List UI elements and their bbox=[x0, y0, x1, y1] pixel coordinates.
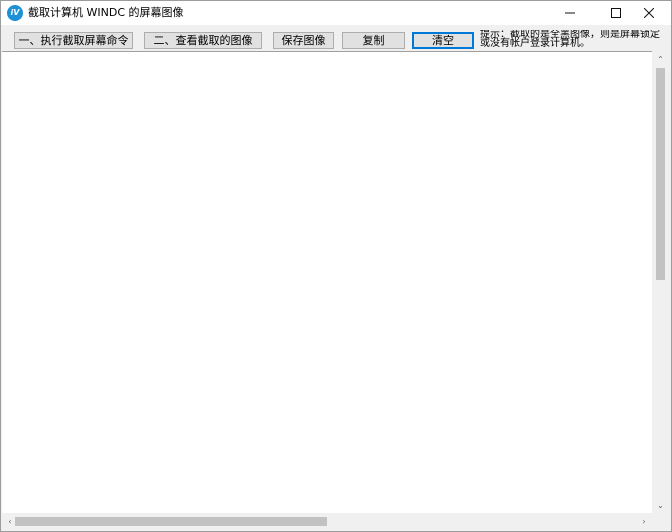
scrollbar-corner bbox=[652, 513, 669, 530]
save-image-button[interactable]: 保存图像 bbox=[273, 32, 334, 49]
minimize-icon bbox=[565, 12, 575, 14]
copy-button[interactable]: 复制 bbox=[342, 32, 405, 49]
toolbar: 一、执行截取屏幕命令 二、查看截取的图像 保存图像 复制 清空 提示：截取的是全… bbox=[1, 25, 671, 51]
scroll-up-icon[interactable]: ⌃ bbox=[652, 51, 669, 67]
window-title: 截取计算机 WINDC 的屏幕图像 bbox=[28, 6, 184, 19]
close-icon bbox=[644, 8, 654, 18]
hint-line-2: 或没有帐户登录计算机。 bbox=[480, 38, 590, 49]
maximize-icon bbox=[611, 8, 621, 18]
app-window: iV 截取计算机 WINDC 的屏幕图像 一、执行截取屏幕命令 二、查看截取的图… bbox=[0, 0, 672, 532]
horizontal-scroll-thumb[interactable] bbox=[15, 517, 327, 526]
horizontal-scrollbar[interactable]: ‹ › bbox=[2, 513, 652, 530]
capture-screen-button[interactable]: 一、执行截取屏幕命令 bbox=[14, 32, 133, 49]
vertical-scroll-thumb[interactable] bbox=[656, 68, 665, 280]
vertical-scrollbar[interactable]: ⌃ ⌄ bbox=[652, 51, 669, 513]
minimize-button[interactable] bbox=[548, 1, 592, 25]
title-bar[interactable]: iV 截取计算机 WINDC 的屏幕图像 bbox=[1, 1, 671, 25]
view-image-button[interactable]: 二、查看截取的图像 bbox=[144, 32, 262, 49]
image-canvas[interactable] bbox=[2, 51, 652, 514]
scroll-down-icon[interactable]: ⌄ bbox=[652, 497, 669, 513]
app-logo-icon: iV bbox=[7, 5, 23, 21]
clear-button[interactable]: 清空 bbox=[412, 32, 474, 49]
hint-text: 提示：截取的是全黑图像，则是屏幕锁定 或没有帐户登录计算机。 bbox=[480, 30, 670, 48]
close-button[interactable] bbox=[627, 1, 671, 25]
scroll-right-icon[interactable]: › bbox=[636, 513, 652, 530]
